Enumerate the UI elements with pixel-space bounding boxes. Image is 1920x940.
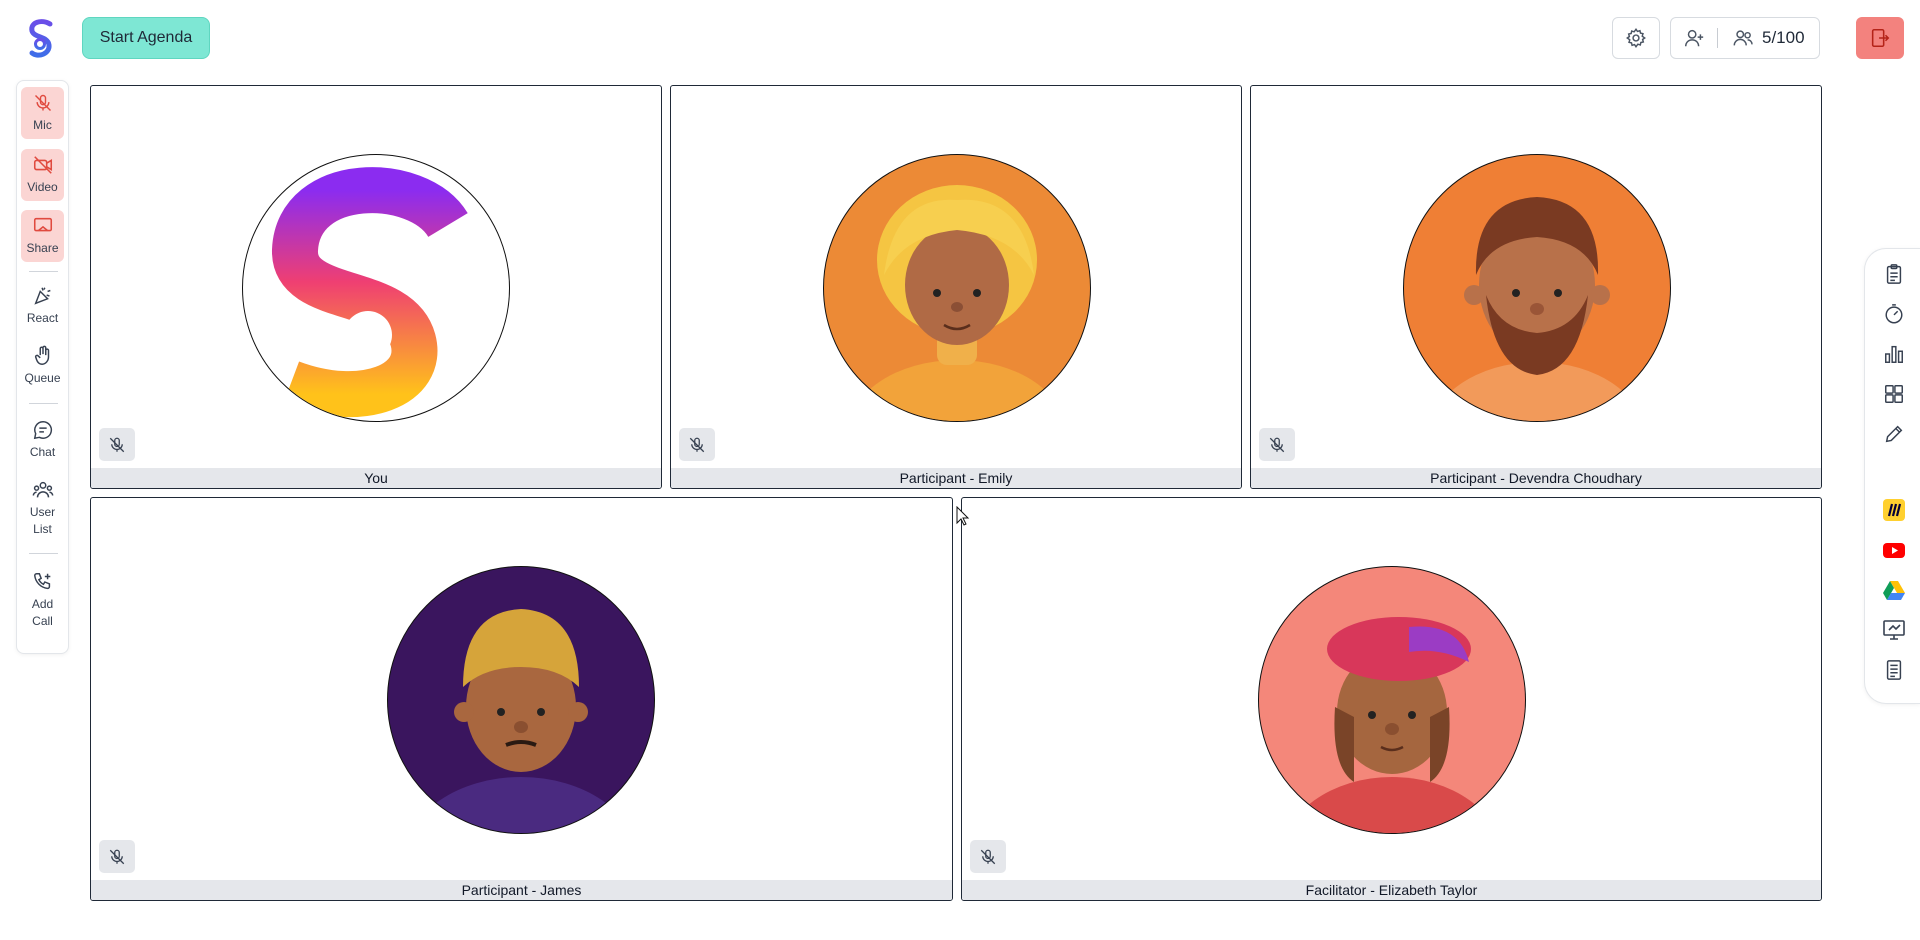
raise-hand-icon: [34, 345, 49, 365]
apps-button[interactable]: [1881, 381, 1907, 407]
mic-off-icon: [1269, 437, 1285, 452]
queue-button[interactable]: Queue: [21, 345, 64, 395]
mute-indicator: [679, 428, 715, 461]
emily-avatar-icon: [848, 185, 1066, 421]
leave-button[interactable]: [1856, 17, 1904, 59]
video-label: Video: [27, 180, 58, 194]
video-tile-elizabeth[interactable]: Facilitator - Elizabeth Taylor: [961, 497, 1822, 901]
poll-chart-icon: [1885, 345, 1903, 363]
participant-count: 5/100: [1762, 28, 1805, 47]
app-logo-icon: [29, 19, 53, 58]
video-tile-emily[interactable]: Participant - Emily: [670, 85, 1242, 489]
share-screen-button[interactable]: Share: [21, 210, 64, 262]
chat-button[interactable]: Chat: [21, 419, 64, 469]
whiteboard-button[interactable]: [1881, 617, 1907, 643]
timer-button[interactable]: [1881, 301, 1907, 327]
mic-off-icon: [689, 437, 705, 452]
video-toggle-button[interactable]: Video: [21, 149, 64, 201]
mic-toggle-button[interactable]: Mic: [21, 87, 64, 139]
divider: [29, 553, 58, 554]
miro-button[interactable]: [1881, 497, 1907, 523]
pencil-icon: [1885, 425, 1903, 443]
poll-button[interactable]: [1881, 341, 1907, 367]
video-tile-devendra[interactable]: Participant - Devendra Choudhary: [1250, 85, 1822, 489]
clipboard-button[interactable]: [1881, 261, 1907, 287]
mic-off-icon: [109, 849, 125, 864]
whiteboard-icon: [1883, 620, 1905, 640]
apps-grid-icon: [1885, 385, 1903, 403]
youtube-icon: [1883, 543, 1905, 558]
devendra-avatar-icon: [1430, 197, 1644, 421]
participant-name: You: [91, 468, 661, 488]
settings-button[interactable]: [1612, 17, 1660, 59]
video-tile-james[interactable]: Participant - James: [90, 497, 953, 901]
participant-name: Participant - Devendra Choudhary: [1251, 468, 1821, 488]
exit-icon: [1871, 28, 1890, 48]
queue-label: Queue: [24, 371, 61, 385]
james-avatar-icon: [411, 609, 631, 833]
chat-label: Chat: [29, 445, 56, 459]
user-list-icon: [32, 481, 53, 498]
add-user-icon[interactable]: [1671, 27, 1717, 49]
mouse-cursor-icon: [956, 506, 970, 526]
avatar: [387, 566, 655, 834]
video-tile-you[interactable]: You: [90, 85, 662, 489]
mute-indicator: [1259, 428, 1295, 461]
mic-off-icon: [34, 94, 51, 112]
share-label: Share: [26, 241, 59, 255]
mute-indicator: [970, 840, 1006, 873]
video-off-icon: [33, 156, 52, 174]
participant-name: Participant - Emily: [671, 468, 1241, 488]
participants-button[interactable]: 5/100: [1670, 17, 1820, 59]
mic-off-icon: [980, 849, 996, 864]
react-button[interactable]: React: [21, 285, 64, 335]
users-icon: [1733, 30, 1753, 46]
google-drive-button[interactable]: [1881, 577, 1907, 603]
divider: [29, 403, 58, 404]
mic-label: Mic: [33, 118, 52, 132]
participant-name: Facilitator - Elizabeth Taylor: [962, 880, 1821, 900]
miro-icon: [1883, 499, 1905, 521]
add-call-button[interactable]: Add Call: [21, 571, 64, 637]
user-list-label: User List: [29, 505, 56, 536]
party-popper-icon: [33, 287, 51, 305]
user-list-button[interactable]: User List: [21, 479, 64, 545]
mic-off-icon: [109, 437, 125, 452]
google-drive-icon: [1883, 581, 1905, 600]
app-logo-icon: [272, 167, 468, 418]
participant-name: Participant - James: [91, 880, 952, 900]
mute-indicator: [99, 428, 135, 461]
document-button[interactable]: [1881, 657, 1907, 683]
avatar: [823, 154, 1091, 422]
divider: [29, 271, 58, 272]
add-call-icon: [33, 573, 50, 590]
avatar: [1258, 566, 1526, 834]
mute-indicator: [99, 840, 135, 873]
gear-icon: [1626, 28, 1646, 48]
clipboard-icon: [1886, 264, 1902, 284]
timer-icon: [1885, 304, 1903, 324]
react-label: React: [26, 311, 59, 325]
add-call-label: Add Call: [31, 597, 54, 628]
avatar: [242, 154, 510, 422]
top-bar: Start Agenda 5/100: [0, 0, 1920, 78]
start-agenda-button[interactable]: Start Agenda: [82, 17, 210, 59]
left-toolbar: Mic Video Share React Queue Chat User Li…: [16, 80, 69, 654]
youtube-button[interactable]: [1881, 537, 1907, 563]
annotate-button[interactable]: [1881, 421, 1907, 447]
elizabeth-avatar-icon: [1287, 617, 1497, 833]
share-screen-icon: [33, 217, 52, 232]
avatar: [1403, 154, 1671, 422]
chat-icon: [33, 421, 52, 440]
document-icon: [1886, 660, 1902, 680]
right-tools-rail: [1864, 248, 1920, 704]
divider: [1717, 28, 1718, 48]
